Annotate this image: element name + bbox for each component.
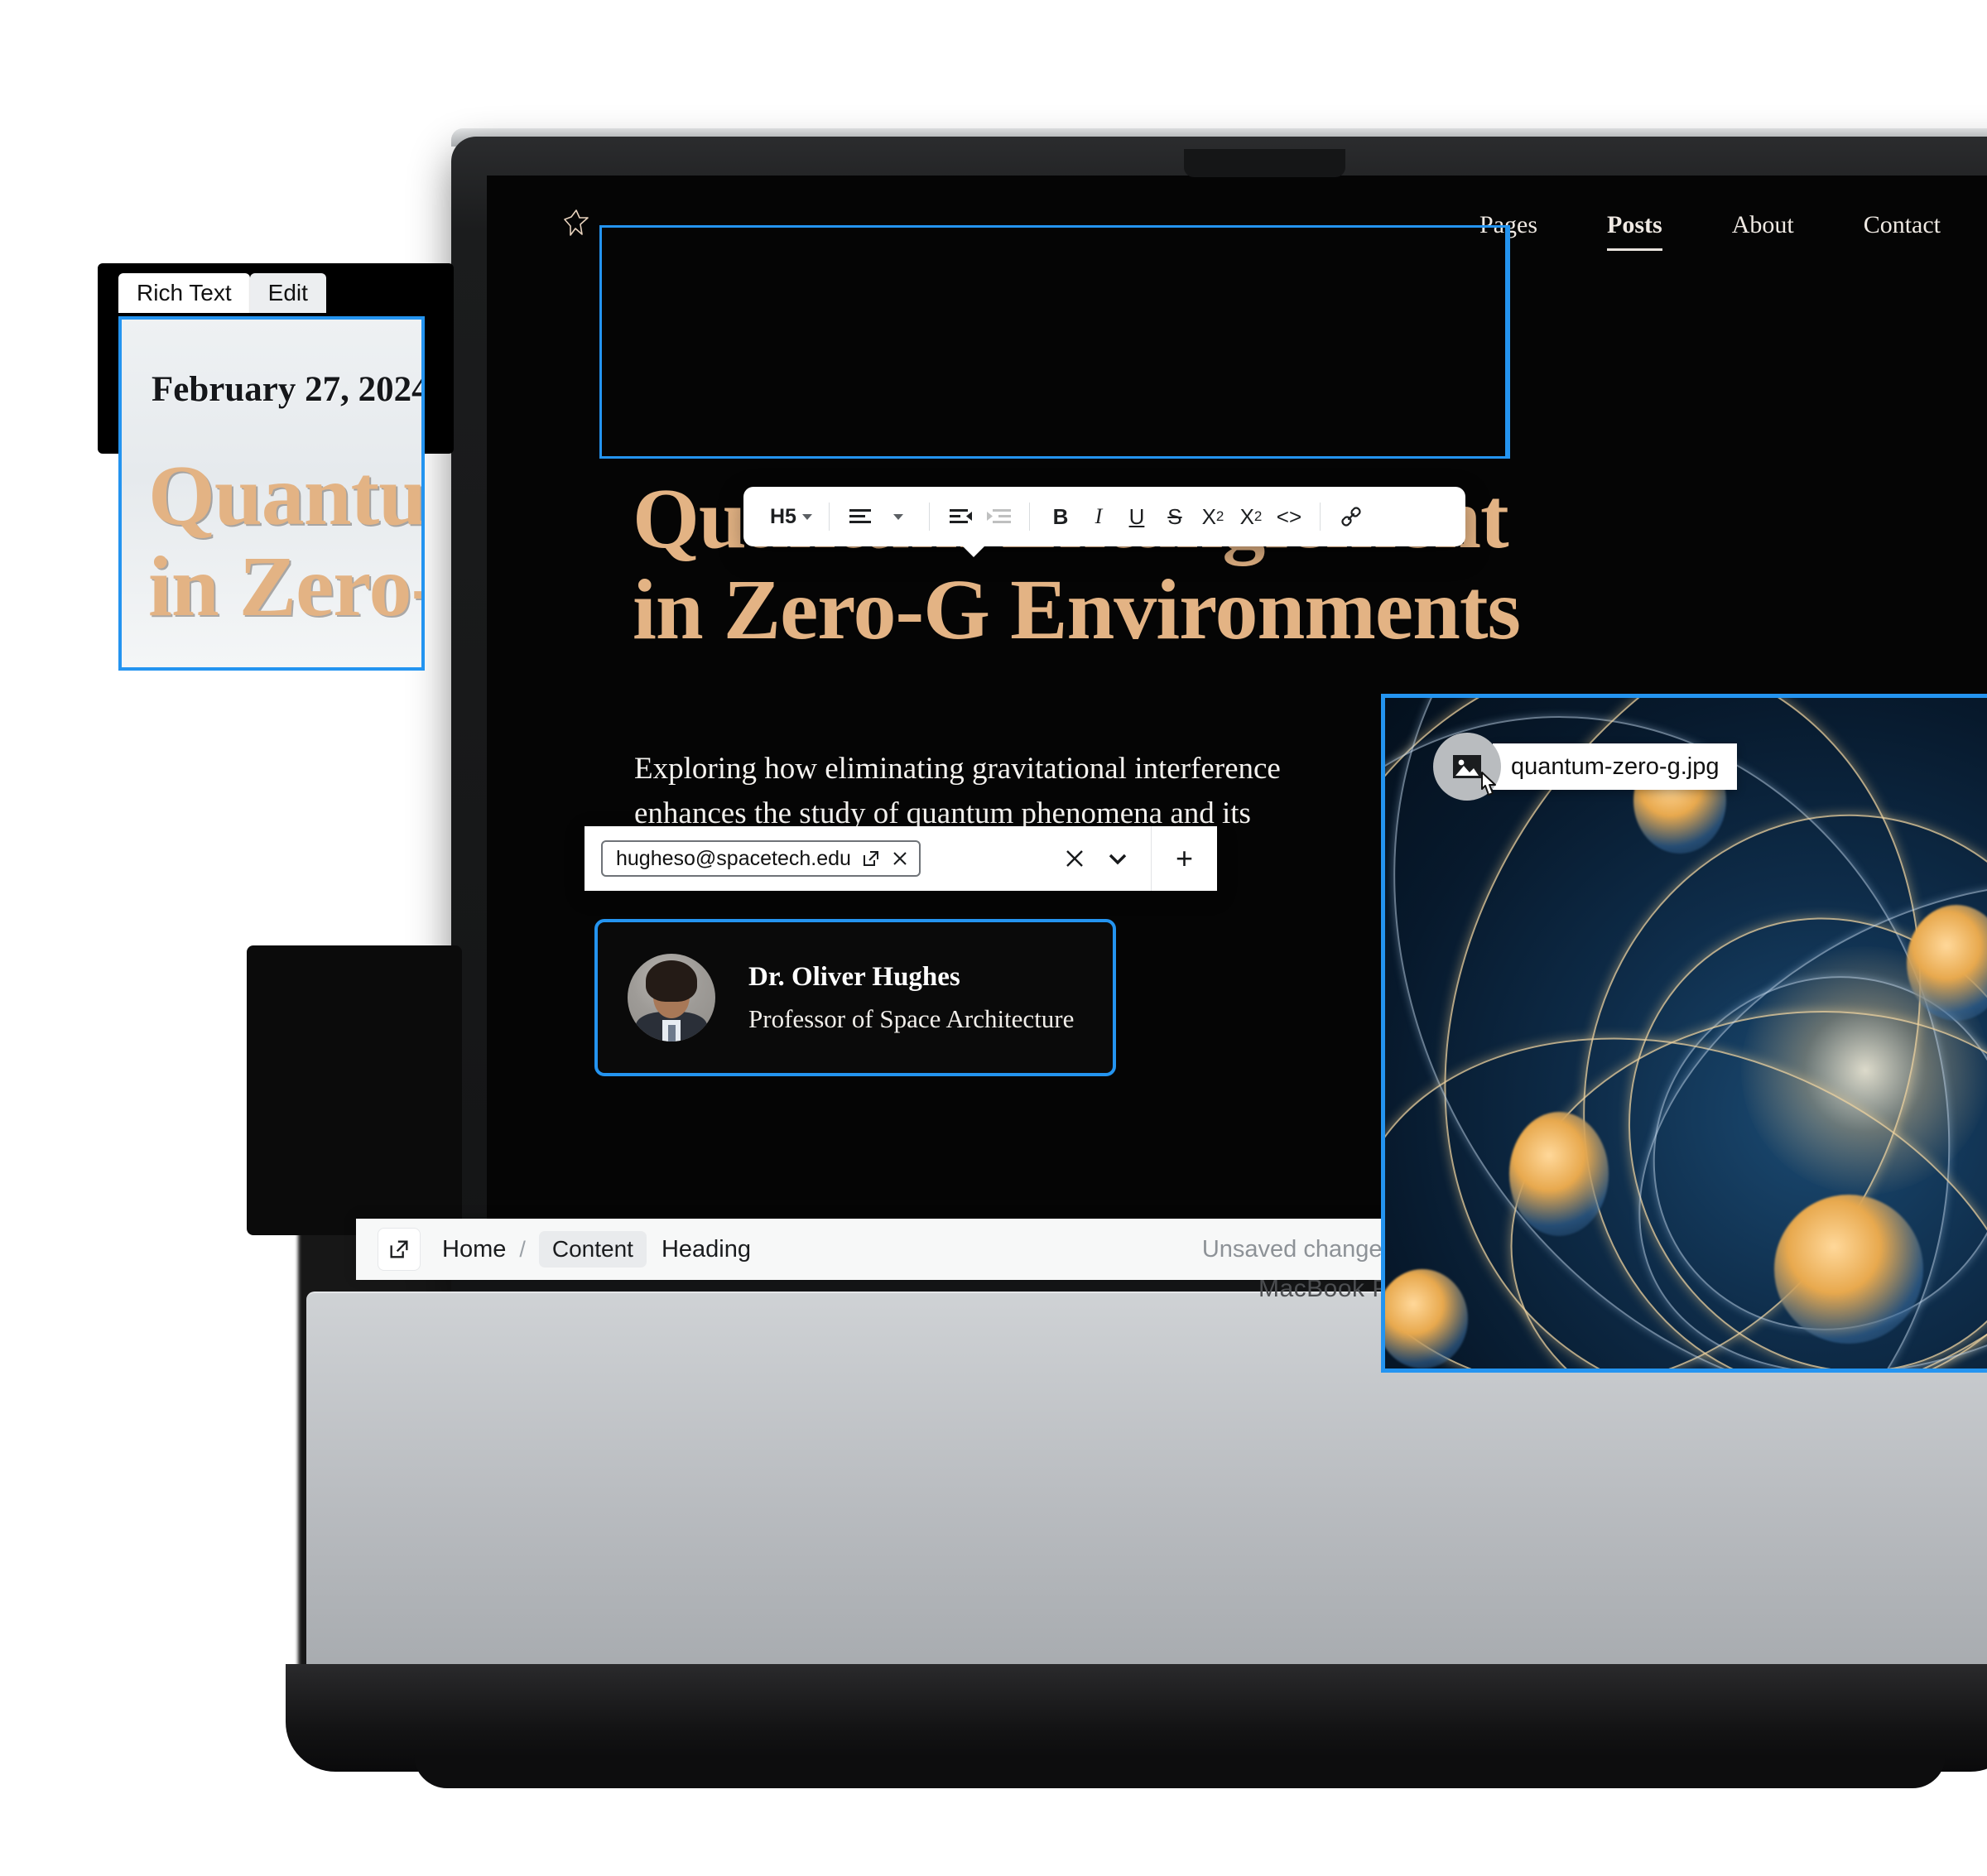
superscript-mark: 2 [1253,508,1263,524]
media-preview-panel[interactable]: quantum-zero-g.jpg [1381,694,1987,1373]
laptop-foot [414,1755,1946,1788]
external-link-icon [390,1240,408,1258]
add-reference-button[interactable]: + [1151,826,1217,891]
zoom-title-preview: Quantum Ent in Zero-G Envir [148,448,425,635]
nav-item-posts[interactable]: Posts [1607,211,1662,251]
screenshot-canvas: Pages Posts About Contact Quantum Entang… [0,0,1987,1876]
strikethrough-icon[interactable]: S [1156,497,1194,536]
quantum-node [1509,1112,1609,1236]
editor-status-bar[interactable]: Home / Content Heading Unsaved changes [356,1219,1424,1280]
subscript-icon[interactable]: X2 [1194,497,1232,536]
breadcrumb-current: Heading [661,1235,751,1263]
element-label-tabs[interactable]: Rich Text Edit [118,273,326,313]
overlay-shadow [247,945,462,1235]
underline-icon[interactable]: U [1118,497,1156,536]
reference-field-actions [1063,847,1151,870]
post-date: February 27, 2024 [152,370,425,409]
breadcrumb-content-pill[interactable]: Content [538,1231,647,1268]
reference-chip-label: hugheso@spacetech.edu [616,846,851,870]
site-nav[interactable]: Pages Posts About Contact [1479,211,1941,251]
quantum-node [1774,1195,1923,1344]
author-role: Professor of Space Architecture [748,1003,1075,1033]
indent-icon[interactable] [979,497,1018,536]
outdent-icon[interactable] [941,497,979,536]
dropdown-chevron-icon[interactable] [1106,847,1129,870]
external-link-icon[interactable] [861,849,881,868]
laptop-camera-notch [1184,149,1345,177]
zoom-title-line-2: in Zero-G Envir [148,539,421,635]
author-text: Dr. Oliver Hughes Professor of Space Arc… [748,962,1074,1034]
superscript-base: X [1239,503,1254,529]
reference-chip[interactable]: hugheso@spacetech.edu [601,840,921,877]
breadcrumb-home[interactable]: Home [442,1236,506,1263]
avatar [628,954,715,1041]
nav-item-contact[interactable]: Contact [1864,211,1941,239]
zoom-title-line-1: Quantum Ent [148,448,425,543]
breadcrumb-separator: / [519,1236,526,1262]
toolbar-divider [1028,503,1030,531]
author-name: Dr. Oliver Hughes [748,961,960,992]
italic-icon[interactable]: I [1080,497,1118,536]
text-caret [1505,227,1508,457]
toolbar-divider [928,503,930,531]
nav-item-about[interactable]: About [1732,211,1794,239]
reference-field-panel[interactable]: hugheso@spacetech.edu + [585,826,1217,891]
rich-text-toolbar[interactable]: H5 B I U S X 2 X 2 <> [743,487,1465,557]
link-icon[interactable] [1332,497,1370,536]
style-tag-label: H5 [770,504,796,528]
clear-selection-icon[interactable] [1063,847,1086,870]
cursor-pointer-icon [1476,771,1504,804]
reference-chip-remove-icon[interactable] [891,849,909,868]
align-left-icon[interactable] [841,497,879,536]
star-logo-icon[interactable] [560,208,593,243]
tab-edit[interactable]: Edit [249,273,326,313]
nav-item-pages[interactable]: Pages [1479,211,1537,239]
toolbar-divider [828,503,830,531]
post-title-line-2: in Zero-G Environments [633,562,1521,658]
media-filename-tooltip: quantum-zero-g.jpg [1493,743,1738,790]
subscript-base: X [1201,503,1216,529]
code-icon[interactable]: <> [1270,497,1308,536]
author-card[interactable]: Dr. Oliver Hughes Professor of Space Arc… [594,919,1116,1076]
media-file-chip[interactable]: quantum-zero-g.jpg [1433,733,1738,801]
open-external-icon-button[interactable] [378,1228,421,1271]
image-icon-button[interactable] [1433,733,1501,801]
zoom-preview-panel[interactable]: February 27, 2024 Quantum Ent in Zero-G … [118,316,425,671]
subscript-mark: 2 [1215,508,1224,524]
save-status-text: Unsaved changes [1201,1235,1394,1263]
style-tag-dropdown[interactable]: H5 [765,497,817,536]
site-header: Pages Posts About Contact [487,176,1987,275]
align-dropdown-chevron-icon[interactable] [879,497,917,536]
tab-rich-text[interactable]: Rich Text [118,273,250,313]
toolbar-divider [1319,503,1321,531]
chevron-down-icon [801,513,812,520]
bold-icon[interactable]: B [1042,497,1080,536]
superscript-icon[interactable]: X2 [1232,497,1270,536]
quantum-node [1385,1269,1468,1369]
reference-field-inner: hugheso@spacetech.edu [585,840,1063,877]
